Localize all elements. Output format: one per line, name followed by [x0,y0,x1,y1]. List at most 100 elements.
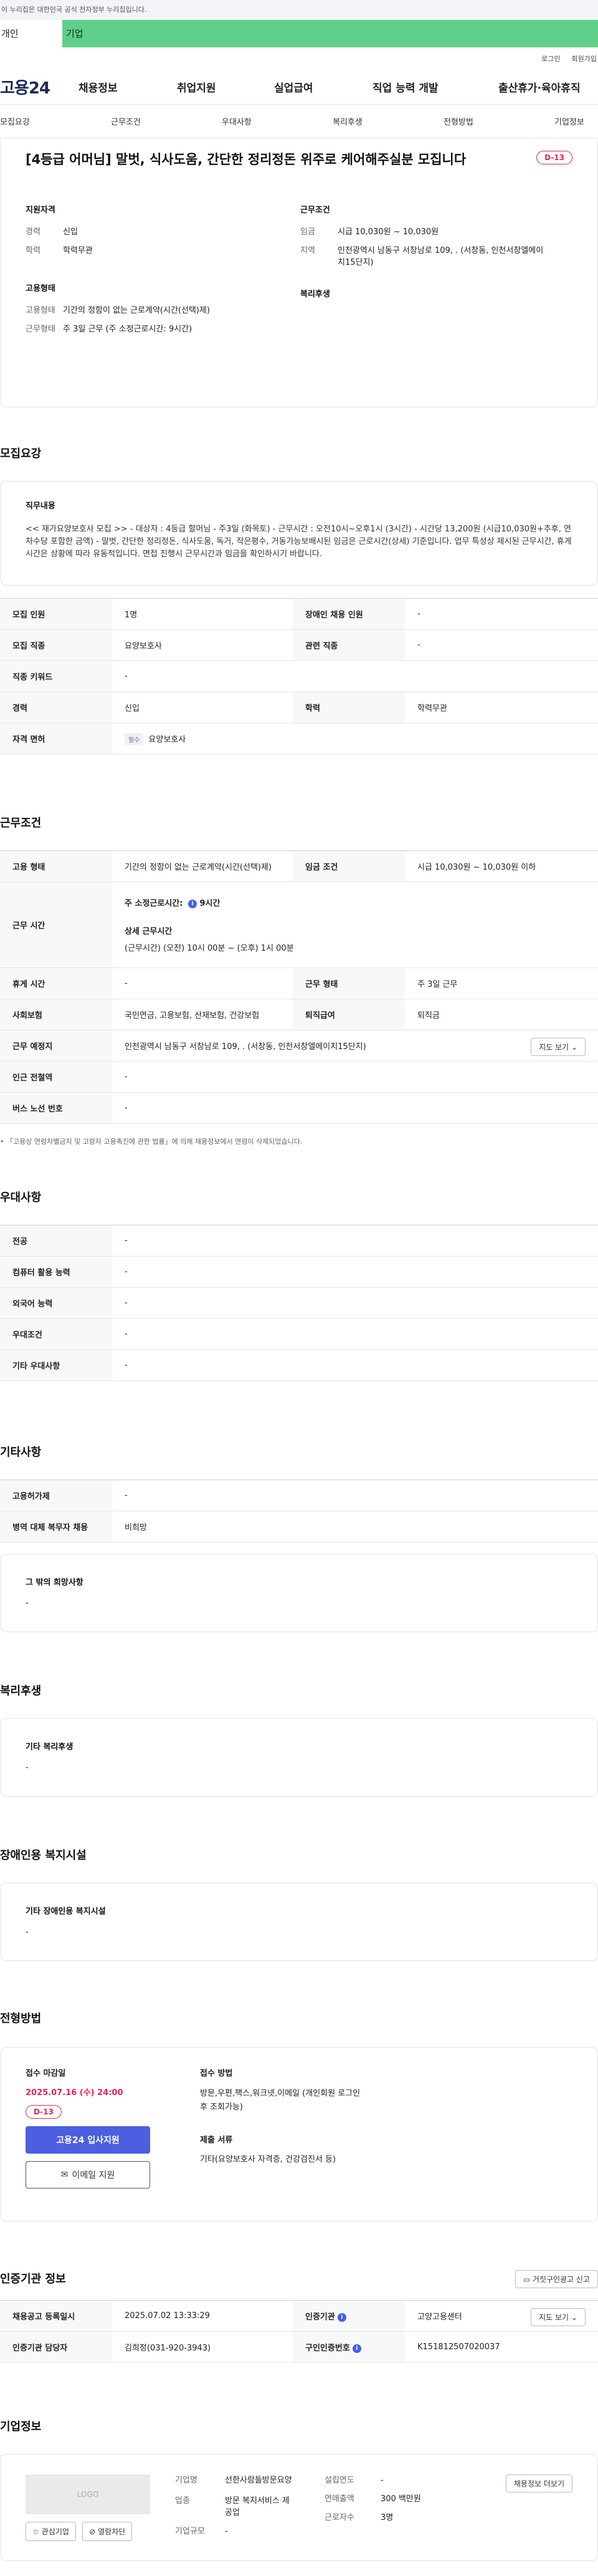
company-value: 3명 [381,2513,394,2522]
cell-value: K151812507020037 [405,2331,598,2363]
company-jobs-button[interactable]: 채용정보 더보기 [505,2474,572,2493]
table-row: 사회보험 국민연금, 고용보험, 산재보험, 건강보험 퇴직급여 퇴직금 [0,999,598,1030]
recruit-table: 모집 인원 1명 장애인 채용 인원 - 모집 직종 요양보호사 관련 직종 -… [0,598,598,754]
auth-table: 채용공고 등록일시 2025.07.02 13:33:29 인증기관 i 고양고용… [0,2300,598,2363]
company-value: - [381,2476,384,2485]
table-row: 인근 전철역 - [0,1061,598,1093]
table-row: 채용공고 등록일시 2025.07.02 13:33:29 인증기관 i 고양고용… [0,2300,598,2332]
disabled-facility-label: 기타 장애인용 복지시설 [26,1907,106,1916]
welfare-heading: 복리후생 [300,290,330,299]
favorite-company-button[interactable]: ☆ 관심기업 [26,2522,76,2541]
cond-key: 지역 [300,246,315,255]
company-key: 연매출액 [325,2494,354,2504]
other-wishes-card: 그 밖의 희망사항 - [0,1554,598,1632]
section-link-recruit[interactable]: 모집요강 [0,115,30,127]
info-icon[interactable]: i [352,2344,361,2353]
section-link-process[interactable]: 전형방법 [444,115,473,127]
apply-button[interactable]: 고용24 입사지원 [26,2126,150,2154]
cell-value: 2025.07.02 13:33:29 [112,2300,293,2332]
cell-key: 근무 형태 [293,967,405,999]
cell-key: 기타 우대사항 [0,1349,112,1381]
signup-link[interactable]: 회원가입 [572,54,597,64]
nav-jobs[interactable]: 채용정보 [78,79,118,95]
utility-links: 로그인 회원가입 [0,47,598,70]
cell-value: 시급 10,030원 ~ 10,030원 이하 [405,850,598,882]
email-apply-label: 이메일 지원 [72,2170,115,2180]
block-view-button[interactable]: ⊘ 열람차단 [82,2522,133,2541]
emp-value: 기간의 정함이 없는 근로계약(시간(선택)제) [63,306,211,315]
tab-business[interactable]: 기업 [62,20,125,47]
section-link-company[interactable]: 기업정보 [554,115,584,127]
weekly-hours-value: 9시간 [199,899,221,908]
cell-value: - [112,1256,598,1288]
company-key: 기업명 [175,2476,197,2485]
qual-key: 경력 [26,227,40,237]
qual-value: 학력무관 [63,246,93,255]
auth-map-button[interactable]: 지도 보기 ⌄ [531,2308,586,2326]
deadline-label: 접수 마감일 [26,2069,66,2078]
section-heading-disabled: 장애인용 복지시설 [0,1849,87,1862]
dday-badge: D-13 [26,2105,62,2119]
block-icon: ⊘ [89,2527,96,2536]
site-logo[interactable]: 고용24 [0,75,72,98]
job-desc-text: << 재가요양보호사 모집 >> - 대상자 : 4등급 할머님 - 주3일 (… [26,525,572,559]
license-value: 요양보호사 [148,734,186,744]
company-key: 기업규모 [175,2527,205,2536]
info-icon[interactable]: i [187,899,197,908]
pref-table: 전공 - 컴퓨터 활용 능력 - 외국어 능력 - 우대조건 - 기타 우대사항 - [0,1225,598,1381]
chevron-down-icon: ⌄ [571,2313,577,2322]
table-row: 경력 신입 학력 학력무관 [0,692,598,723]
table-row: 근무 예정지 인천광역시 남동구 서창남로 109, . (서창동, 인천서창엘… [0,1030,598,1062]
welfare-card: 기타 복리후생 - [0,1718,598,1797]
company-key: 근로자수 [325,2513,354,2522]
auth-org-key: 인증기관 [305,2312,335,2322]
report-fake-ad-button[interactable]: ▭ 거짓구인광고 신고 [515,2270,598,2288]
cell-value: - [112,1061,598,1093]
cell-key: 임금 조건 [293,850,405,882]
cell-value: 기간의 정함이 없는 근로계약(시간(선택)제) [112,850,293,882]
cell-key: 근무 시간 [0,882,112,968]
qualification-block: 지원자격 경력 신입 학력 학력무관 고용형태 고용형태 기간의 정함이 없는 근로계… [26,203,300,342]
job-desc-label: 직무내용 [26,501,55,511]
welfare-label: 기타 복리후생 [26,1742,74,1752]
cell-key: 병역 대체 복무자 채용 [0,1511,112,1542]
auth-map-label: 지도 보기 [539,2313,569,2322]
cell-key: 경력 [0,692,112,723]
cell-key: 모집 인원 [0,598,112,630]
cell-value: 필수 요양보호사 [112,723,598,754]
report-fake-ad-label: 거짓구인광고 신고 [532,2275,590,2284]
gov-banner: 이 누리집은 대한민국 공식 전자정부 누리집입니다. [0,0,598,20]
age-notice-text: 「고용상 연령차별금지 및 고령자 고용촉진에 관한 법률」에 의해 채용정보에… [6,1138,303,1146]
table-row: 자격 면허 필수 요양보호사 [0,723,598,754]
method-value: 방문,우편,팩스,워크넷,이메일 (개인회원 로그인 후 조회가능) [200,2089,361,2112]
map-button[interactable]: 지도 보기 ⌄ [531,1038,586,1056]
cond-key: 임금 [300,227,315,237]
company-logo-placeholder: LOGO [26,2474,150,2514]
section-link-work[interactable]: 근무조건 [111,115,141,127]
section-nav: 모집요강 근무조건 우대사항 복리후생 전형방법 기업정보 [0,105,598,138]
section-heading-process: 전형방법 [0,2012,42,2025]
detail-hours-value: (근무시간) (오전) 10시 00분 ~ (오후) 1시 00분 [125,944,294,953]
nav-employment-support[interactable]: 취업지원 [177,79,216,95]
job-description-card: 직무내용 << 재가요양보호사 모집 >> - 대상자 : 4등급 할머님 - … [0,481,598,586]
section-link-welfare[interactable]: 복리후생 [333,115,363,127]
nav-skills[interactable]: 직업 능력 개발 [373,79,439,95]
info-icon[interactable]: i [337,2312,346,2322]
emp-value: 주 3일 근무 (주 소정근로시간: 9시간) [63,325,192,334]
favorite-label: 관심기업 [41,2527,69,2536]
nav-unemployment-benefit[interactable]: 실업급여 [274,79,313,95]
disabled-facility-card: 기타 장애인용 복지시설 - [0,1883,598,1961]
tab-personal[interactable]: 개인 [0,20,62,47]
table-row: 직종 키워드 - [0,660,598,692]
cell-key: 학력 [293,692,405,723]
cell-value: 비희망 [112,1511,598,1542]
login-link[interactable]: 로그인 [541,54,560,64]
nav-parental-leave[interactable]: 출산휴가·육아휴직 [498,79,581,95]
table-row: 기타 우대사항 - [0,1349,598,1381]
section-heading-welfare: 복리후생 [0,1685,42,1698]
cell-value: 요양보호사 [112,629,293,661]
cell-key: 직종 키워드 [0,660,112,692]
email-apply-button[interactable]: ✉ 이메일 지원 [26,2161,150,2189]
section-link-pref[interactable]: 우대사항 [222,115,252,127]
cell-key: 버스 노선 번호 [0,1092,112,1124]
